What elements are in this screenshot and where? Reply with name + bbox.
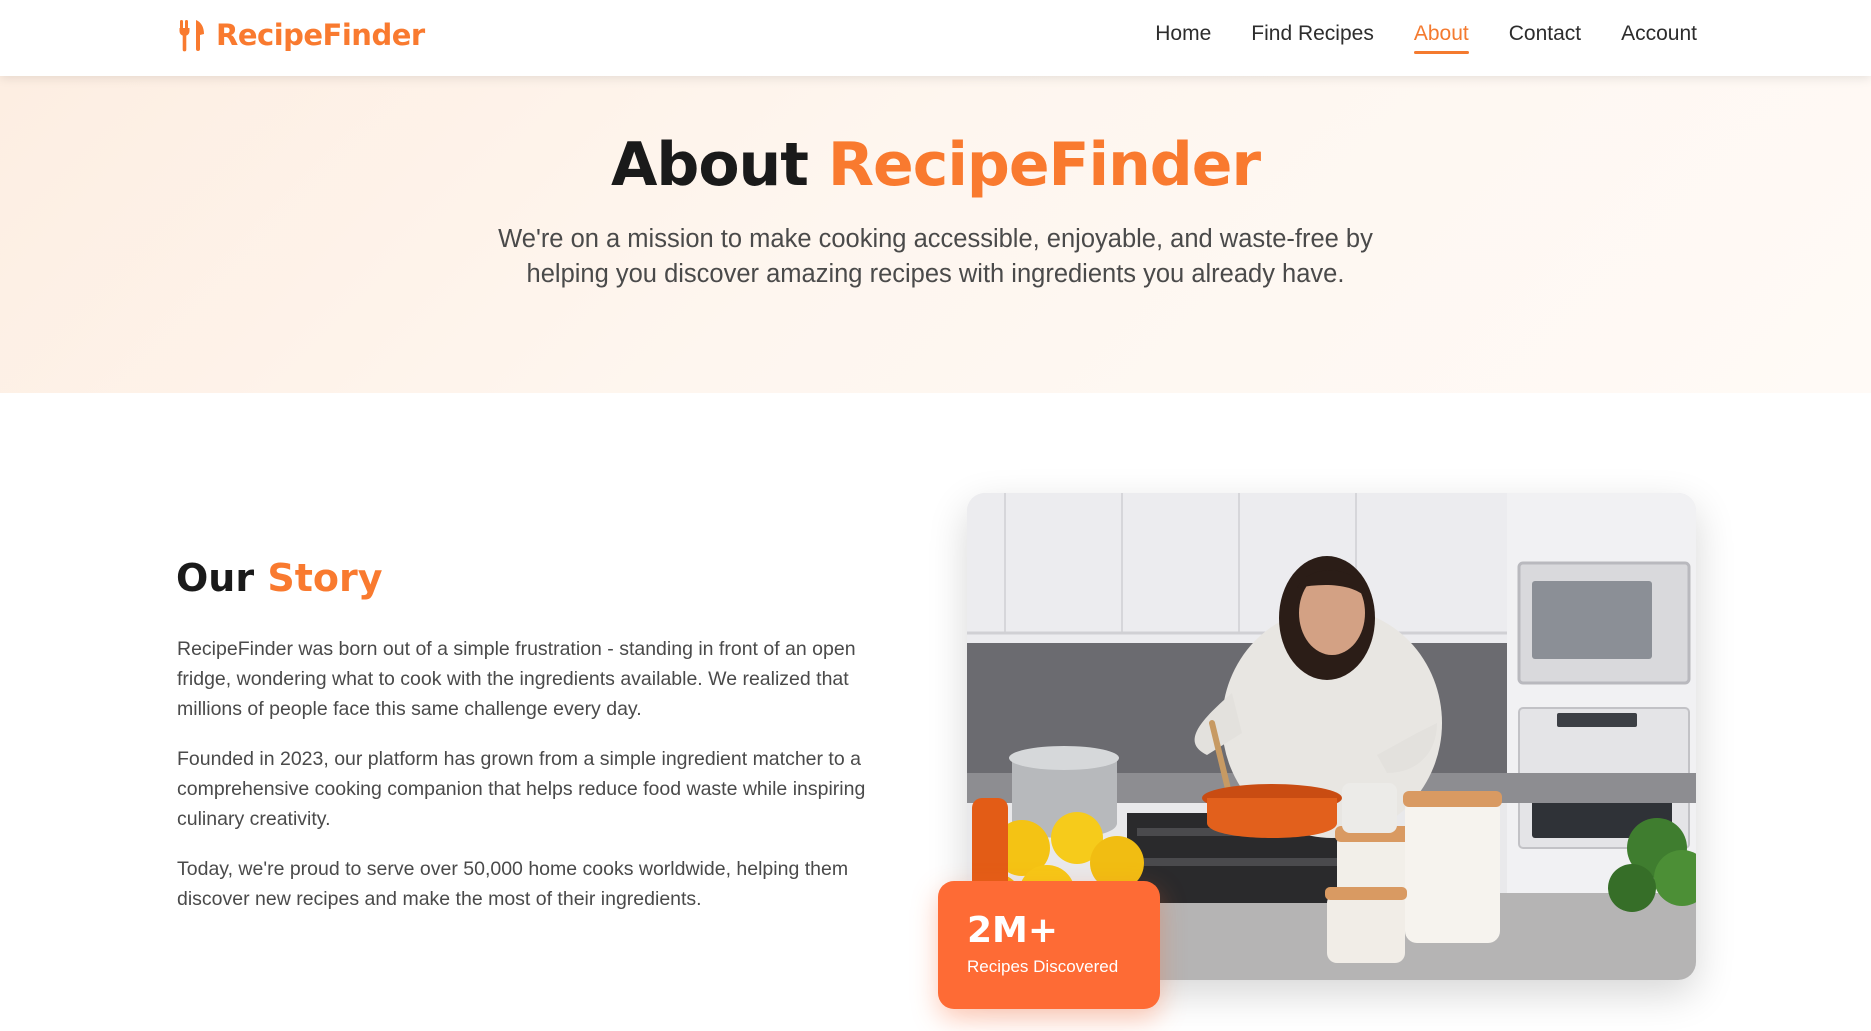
- nav-contact[interactable]: Contact: [1509, 22, 1581, 54]
- story-heading-prefix: Our: [176, 556, 255, 600]
- stat-label: Recipes Discovered: [967, 957, 1119, 976]
- fork-knife-icon: [179, 20, 204, 52]
- story-paragraph: Founded in 2023, our platform has grown …: [177, 748, 866, 830]
- main-nav: Home Find Recipes About Contact Account: [1155, 22, 1697, 54]
- page-title: About RecipeFinder: [0, 130, 1871, 200]
- nav-about[interactable]: About: [1413, 22, 1469, 54]
- about-hero: About RecipeFinder We're on a mission to…: [0, 76, 1871, 393]
- hero-subtitle: We're on a mission to make cooking acces…: [498, 225, 1373, 288]
- page-title-prefix: About: [610, 130, 809, 200]
- brand-name: RecipeFinder: [216, 18, 425, 52]
- brand-logo-link[interactable]: RecipeFinder: [178, 18, 425, 52]
- nav-home[interactable]: Home: [1155, 22, 1211, 54]
- nav-account[interactable]: Account: [1621, 22, 1697, 54]
- story-paragraph: Today, we're proud to serve over 50,000 …: [177, 858, 849, 910]
- page-title-accent: RecipeFinder: [827, 130, 1261, 200]
- nav-find-recipes[interactable]: Find Recipes: [1251, 22, 1374, 54]
- story-body: RecipeFinder was born out of a simple fr…: [177, 634, 912, 934]
- top-navbar: RecipeFinder Home Find Recipes About Con…: [0, 0, 1871, 76]
- story-heading-accent: Story: [267, 556, 383, 600]
- stat-value: 2M+: [967, 910, 1059, 951]
- stat-badge: 2M+ Recipes Discovered: [938, 881, 1160, 1009]
- story-paragraph: RecipeFinder was born out of a simple fr…: [177, 638, 856, 720]
- story-heading: Our Story: [176, 556, 383, 600]
